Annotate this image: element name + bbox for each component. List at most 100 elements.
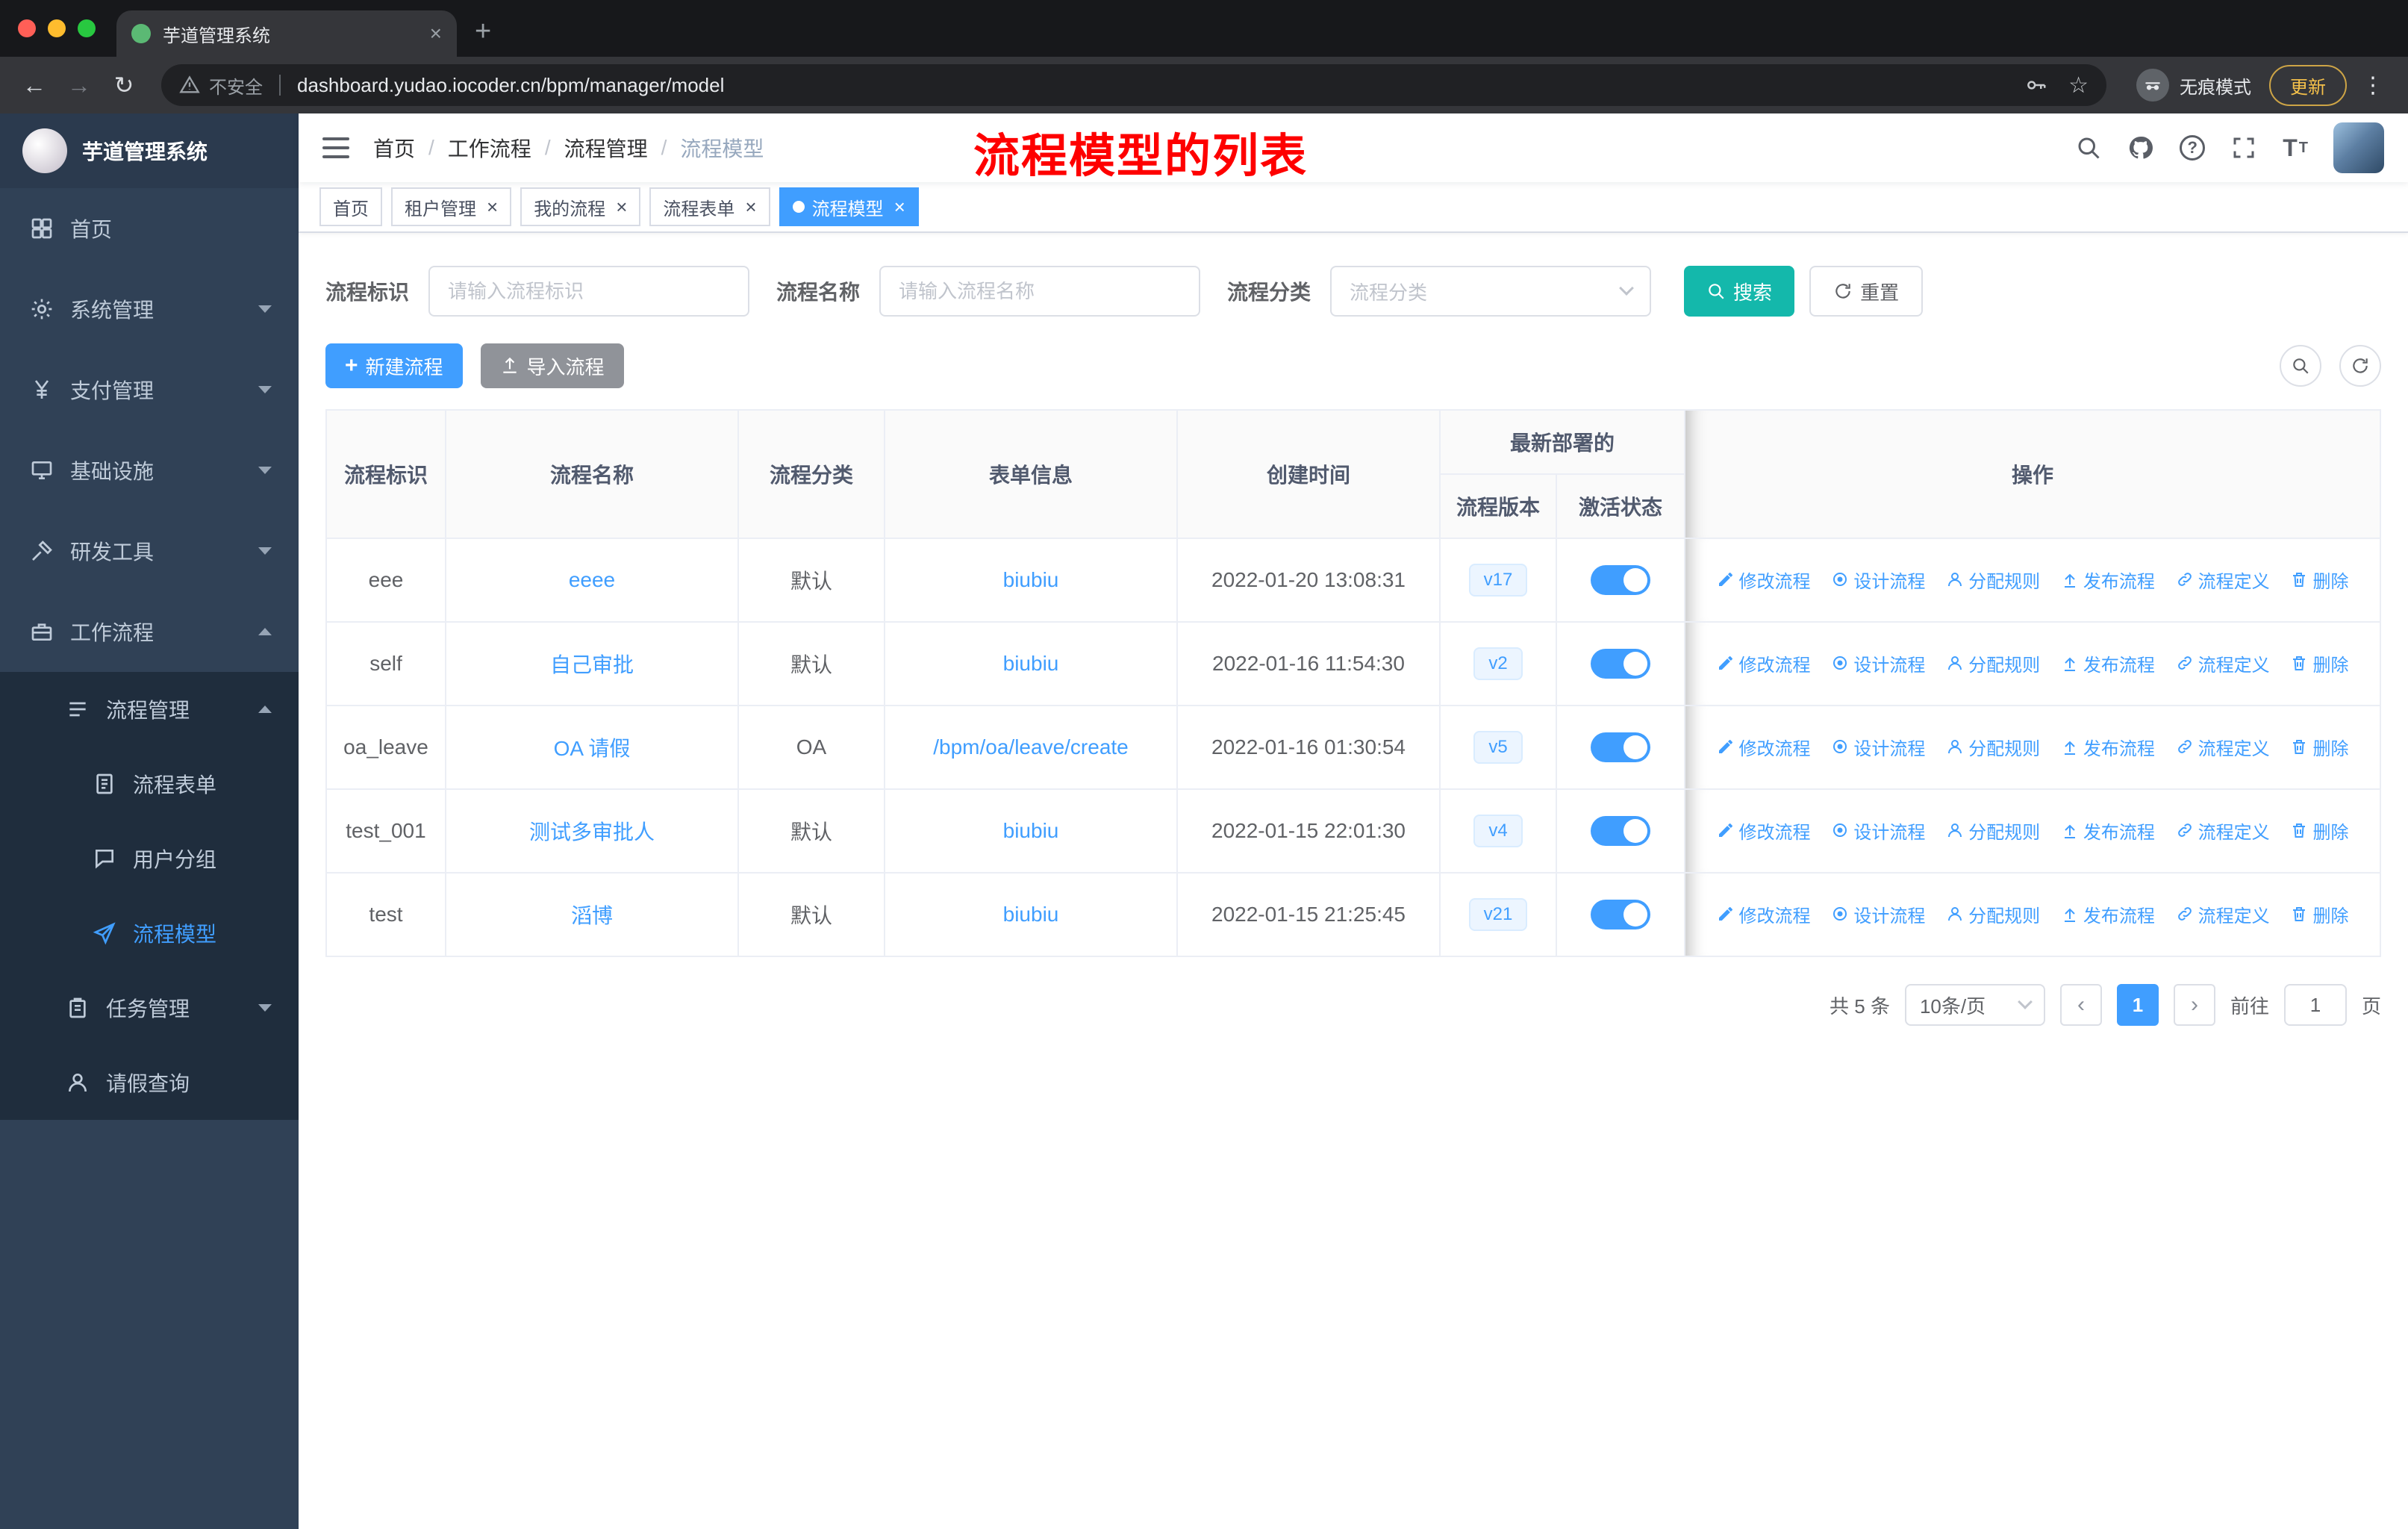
- browser-tab[interactable]: 芋道管理系统 ×: [116, 10, 457, 57]
- row-action-assign[interactable]: 分配规则: [1946, 734, 2040, 760]
- search-button[interactable]: 搜索: [1684, 266, 1795, 317]
- model-name-link[interactable]: eeee: [569, 568, 615, 591]
- row-action-publish[interactable]: 发布流程: [2061, 650, 2155, 676]
- row-action-assign[interactable]: 分配规则: [1946, 650, 2040, 676]
- app-logo[interactable]: 芋道管理系统: [0, 113, 299, 188]
- form-info-link[interactable]: biubiu: [1003, 568, 1059, 591]
- row-action-delete[interactable]: 删除: [2290, 734, 2348, 760]
- sidebar-item-system[interactable]: 系统管理: [0, 269, 299, 349]
- version-tag[interactable]: v5: [1473, 731, 1523, 764]
- browser-menu-icon[interactable]: ⋮: [2353, 72, 2393, 99]
- breadcrumb-item[interactable]: 流程管理: [564, 133, 648, 163]
- form-info-link[interactable]: biubiu: [1003, 652, 1059, 675]
- form-info-link[interactable]: biubiu: [1003, 819, 1059, 842]
- row-action-delete[interactable]: 删除: [2290, 901, 2348, 927]
- process-key-input[interactable]: [428, 266, 750, 317]
- row-action-edit[interactable]: 修改流程: [1717, 650, 1811, 676]
- version-tag[interactable]: v21: [1468, 898, 1528, 931]
- process-name-input[interactable]: [879, 266, 1201, 317]
- close-icon[interactable]: ×: [616, 197, 627, 217]
- row-action-edit[interactable]: 修改流程: [1717, 901, 1811, 927]
- reload-button[interactable]: ↻: [105, 71, 143, 99]
- active-toggle[interactable]: [1591, 900, 1650, 929]
- reset-button[interactable]: 重置: [1809, 266, 1924, 317]
- close-icon[interactable]: ×: [894, 197, 905, 217]
- password-key-icon[interactable]: [2025, 74, 2047, 96]
- row-action-design[interactable]: 设计流程: [1831, 901, 1925, 927]
- help-icon[interactable]: ?: [2180, 135, 2206, 161]
- prev-page-button[interactable]: ‹: [2059, 984, 2102, 1026]
- sidebar-item-infra[interactable]: 基础设施: [0, 430, 299, 511]
- sidebar-item-home[interactable]: 首页: [0, 188, 299, 269]
- row-action-assign[interactable]: 分配规则: [1946, 901, 2040, 927]
- close-icon[interactable]: ×: [745, 197, 756, 217]
- close-window-button[interactable]: [18, 19, 36, 37]
- minimize-window-button[interactable]: [48, 19, 66, 37]
- model-name-link[interactable]: 测试多审批人: [529, 820, 655, 844]
- row-action-publish[interactable]: 发布流程: [2061, 567, 2155, 593]
- goto-page-input[interactable]: [2283, 984, 2347, 1026]
- row-action-publish[interactable]: 发布流程: [2061, 818, 2155, 844]
- row-action-assign[interactable]: 分配规则: [1946, 818, 2040, 844]
- version-tag[interactable]: v2: [1473, 647, 1523, 680]
- row-action-edit[interactable]: 修改流程: [1717, 567, 1811, 593]
- row-action-publish[interactable]: 发布流程: [2061, 901, 2155, 927]
- sidebar-item-process-form[interactable]: 流程表单: [0, 747, 299, 821]
- github-icon[interactable]: [2127, 134, 2154, 161]
- font-size-icon[interactable]: TT: [2283, 134, 2308, 161]
- bookmark-star-icon[interactable]: ☆: [2068, 72, 2089, 99]
- version-tag[interactable]: v17: [1468, 564, 1528, 597]
- model-name-link[interactable]: OA 请假: [554, 737, 631, 760]
- active-toggle[interactable]: [1591, 565, 1650, 595]
- close-icon[interactable]: ×: [487, 197, 498, 217]
- sidebar-item-payment[interactable]: 支付管理: [0, 349, 299, 430]
- row-action-design[interactable]: 设计流程: [1831, 818, 1925, 844]
- fullscreen-icon[interactable]: [2230, 134, 2257, 161]
- tab-close-icon[interactable]: ×: [430, 22, 442, 46]
- tab-my-process[interactable]: 我的流程 ×: [520, 187, 641, 226]
- row-action-publish[interactable]: 发布流程: [2061, 734, 2155, 760]
- row-action-assign[interactable]: 分配规则: [1946, 567, 2040, 593]
- tab-process-model[interactable]: 流程模型 ×: [779, 187, 919, 226]
- active-toggle[interactable]: [1591, 732, 1650, 762]
- row-action-definition[interactable]: 流程定义: [2176, 901, 2270, 927]
- sidebar-item-devtools[interactable]: 研发工具: [0, 511, 299, 591]
- sidebar-item-leave-query[interactable]: 请假查询: [0, 1045, 299, 1120]
- address-bar[interactable]: 不安全 dashboard.yudao.iocoder.cn/bpm/manag…: [161, 64, 2106, 106]
- import-process-button[interactable]: 导入流程: [480, 343, 624, 388]
- sidebar-item-process-mgmt[interactable]: 流程管理: [0, 672, 299, 747]
- row-action-edit[interactable]: 修改流程: [1717, 734, 1811, 760]
- zoom-window-button[interactable]: [78, 19, 96, 37]
- row-action-design[interactable]: 设计流程: [1831, 567, 1925, 593]
- row-action-definition[interactable]: 流程定义: [2176, 650, 2270, 676]
- model-name-link[interactable]: 滔博: [571, 904, 613, 927]
- current-page-button[interactable]: 1: [2116, 984, 2159, 1026]
- breadcrumb-item[interactable]: 首页: [373, 133, 415, 163]
- active-toggle[interactable]: [1591, 649, 1650, 679]
- tab-home[interactable]: 首页: [319, 187, 382, 226]
- row-action-definition[interactable]: 流程定义: [2176, 734, 2270, 760]
- row-action-delete[interactable]: 删除: [2290, 650, 2348, 676]
- tab-tenant[interactable]: 租户管理 ×: [391, 187, 512, 226]
- row-action-delete[interactable]: 删除: [2290, 818, 2348, 844]
- sidebar-item-task-mgmt[interactable]: 任务管理: [0, 971, 299, 1045]
- row-action-design[interactable]: 设计流程: [1831, 734, 1925, 760]
- new-tab-button[interactable]: +: [475, 16, 491, 48]
- active-toggle[interactable]: [1591, 816, 1650, 846]
- refresh-table-button[interactable]: [2339, 345, 2381, 387]
- row-action-definition[interactable]: 流程定义: [2176, 818, 2270, 844]
- search-icon[interactable]: [2075, 134, 2102, 161]
- next-page-button[interactable]: ›: [2173, 984, 2215, 1026]
- sidebar-item-workflow[interactable]: 工作流程: [0, 591, 299, 672]
- toggle-search-button[interactable]: [2280, 345, 2321, 387]
- version-tag[interactable]: v4: [1473, 815, 1523, 847]
- forward-button[interactable]: →: [60, 72, 99, 99]
- row-action-design[interactable]: 设计流程: [1831, 650, 1925, 676]
- update-button[interactable]: 更新: [2269, 64, 2347, 106]
- form-info-link[interactable]: biubiu: [1003, 903, 1059, 926]
- sidebar-item-process-model[interactable]: 流程模型: [0, 896, 299, 971]
- sidebar-item-user-group[interactable]: 用户分组: [0, 821, 299, 896]
- security-label[interactable]: 不安全: [209, 72, 263, 99]
- process-category-select[interactable]: 流程分类: [1330, 266, 1652, 317]
- avatar[interactable]: [2333, 122, 2384, 173]
